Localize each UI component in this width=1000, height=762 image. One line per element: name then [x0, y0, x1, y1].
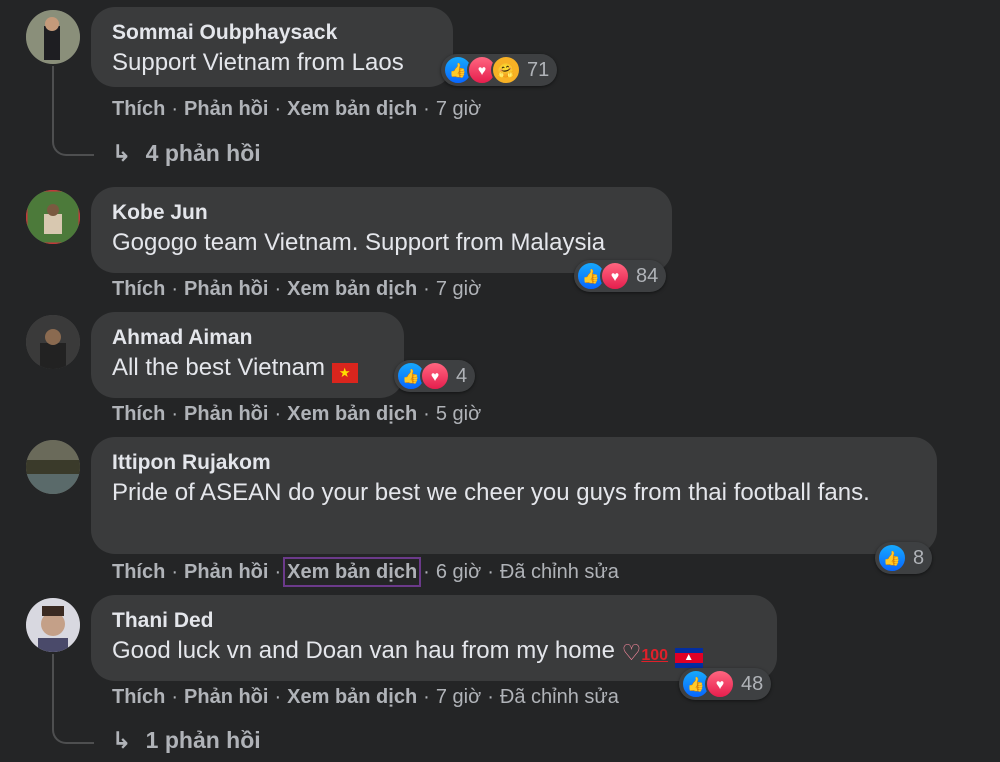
thumbs-up-icon: 👍	[877, 543, 907, 573]
comment-author[interactable]: Ittipon Rujakom	[112, 451, 916, 475]
reply-action[interactable]: Phản hồi	[184, 561, 268, 583]
heart-emoji-icon: ♡	[621, 640, 642, 665]
reply-action[interactable]: Phản hồi	[184, 98, 268, 120]
translate-action[interactable]: Xem bản dịch	[287, 98, 417, 120]
comment-bubble: Ahmad Aiman All the best Vietnam ★	[91, 312, 404, 398]
reaction-summary[interactable]: 👍 8	[875, 542, 933, 574]
reaction-count: 4	[456, 364, 468, 387]
comment-time[interactable]: 7 giờ	[436, 278, 481, 300]
comment-author[interactable]: Kobe Jun	[112, 201, 651, 225]
translate-action[interactable]: Xem bản dịch	[287, 686, 417, 708]
comment-text-content: Good luck vn and Doan van hau from my ho…	[112, 637, 615, 664]
avatar[interactable]	[26, 10, 80, 64]
comment-text: Gogogo team Vietnam. Support from Malays…	[112, 229, 606, 256]
translate-action[interactable]: Xem bản dịch	[283, 557, 422, 587]
comment-time[interactable]: 7 giờ	[436, 98, 481, 120]
reaction-summary[interactable]: 👍 ♥ 🤗 71	[441, 54, 558, 86]
heart-icon: ♥	[420, 361, 450, 391]
comment-text-content: All the best Vietnam	[112, 354, 326, 381]
comment-bubble: Ittipon Rujakom Pride of ASEAN do your b…	[91, 437, 937, 554]
avatar[interactable]	[26, 315, 80, 369]
reply-arrow-icon: ↳	[112, 140, 132, 166]
replies-count: 4 phản hồi	[145, 140, 261, 166]
view-replies-link[interactable]: ↳ 1 phản hồi	[112, 727, 261, 754]
hundred-points-icon: 100	[641, 647, 669, 664]
comment-time[interactable]: 6 giờ	[436, 561, 481, 583]
comment-text: Pride of ASEAN do your best we cheer you…	[112, 479, 870, 506]
vietnam-flag-icon: ★	[331, 363, 358, 383]
reaction-count: 71	[527, 58, 550, 81]
translate-action[interactable]: Xem bản dịch	[287, 278, 417, 300]
heart-icon: ♥	[705, 669, 735, 699]
heart-icon: ♥	[600, 261, 630, 291]
comment-meta: Thích · Phản hồi · Xem bản dịch · 7 giờ · Đã chỉ…	[112, 686, 619, 708]
reply-action[interactable]: Phản hồi	[184, 686, 268, 708]
comment-meta: Thích · Phản hồi · Xem bản dịch · 7 giờ	[112, 98, 482, 120]
comment-author[interactable]: Sommai Oubphaysack	[112, 21, 432, 45]
reaction-summary[interactable]: 👍 ♥ 4	[394, 360, 476, 392]
reply-arrow-icon: ↳	[112, 727, 132, 753]
thread-line	[52, 654, 94, 744]
comment-meta: Thích · Phản hồi · Xem bản dịch · 5 giờ	[112, 403, 482, 425]
reaction-count: 48	[741, 672, 764, 695]
reaction-count: 8	[913, 546, 925, 569]
avatar[interactable]	[26, 190, 80, 244]
comment-bubble: Thani Ded Good luck vn and Doan van hau …	[91, 595, 777, 681]
like-action[interactable]: Thích	[112, 403, 165, 425]
like-action[interactable]: Thích	[112, 278, 165, 300]
edited-label: Đã chỉnh sửa	[499, 561, 619, 583]
comment-meta: Thích · Phản hồi · Xem bản dịch · 7 giờ	[112, 278, 482, 300]
replies-count: 1 phản hồi	[145, 727, 261, 753]
thread-line	[52, 66, 94, 156]
comment-time[interactable]: 7 giờ	[436, 686, 481, 708]
reply-action[interactable]: Phản hồi	[184, 278, 268, 300]
like-action[interactable]: Thích	[112, 686, 165, 708]
reaction-summary[interactable]: 👍 ♥ 48	[679, 668, 772, 700]
reaction-count: 84	[636, 264, 659, 287]
comment-author[interactable]: Thani Ded	[112, 609, 756, 633]
view-replies-link[interactable]: ↳ 4 phản hồi	[112, 140, 261, 167]
comment-meta: Thích · Phản hồi · Xem bản dịch · 6 giờ · Đã chỉ…	[112, 557, 619, 587]
translate-action[interactable]: Xem bản dịch	[287, 403, 417, 425]
like-action[interactable]: Thích	[112, 561, 165, 583]
like-action[interactable]: Thích	[112, 98, 165, 120]
comment-text: Good luck vn and Doan van hau from my ho…	[112, 635, 756, 672]
comment-text: All the best Vietnam ★	[112, 352, 383, 384]
edited-label: Đã chỉnh sửa	[499, 686, 619, 708]
cambodia-flag-icon: ▲	[674, 648, 703, 668]
reaction-summary[interactable]: 👍 ♥ 84	[574, 260, 667, 292]
avatar[interactable]	[26, 598, 80, 652]
care-icon: 🤗	[491, 55, 521, 85]
reply-action[interactable]: Phản hồi	[184, 403, 268, 425]
comment-author[interactable]: Ahmad Aiman	[112, 326, 383, 350]
comment-bubble: Sommai Oubphaysack Support Vietnam from …	[91, 7, 453, 87]
avatar[interactable]	[26, 440, 80, 494]
comment-text: Support Vietnam from Laos	[112, 49, 404, 76]
comment-time[interactable]: 5 giờ	[436, 403, 481, 425]
